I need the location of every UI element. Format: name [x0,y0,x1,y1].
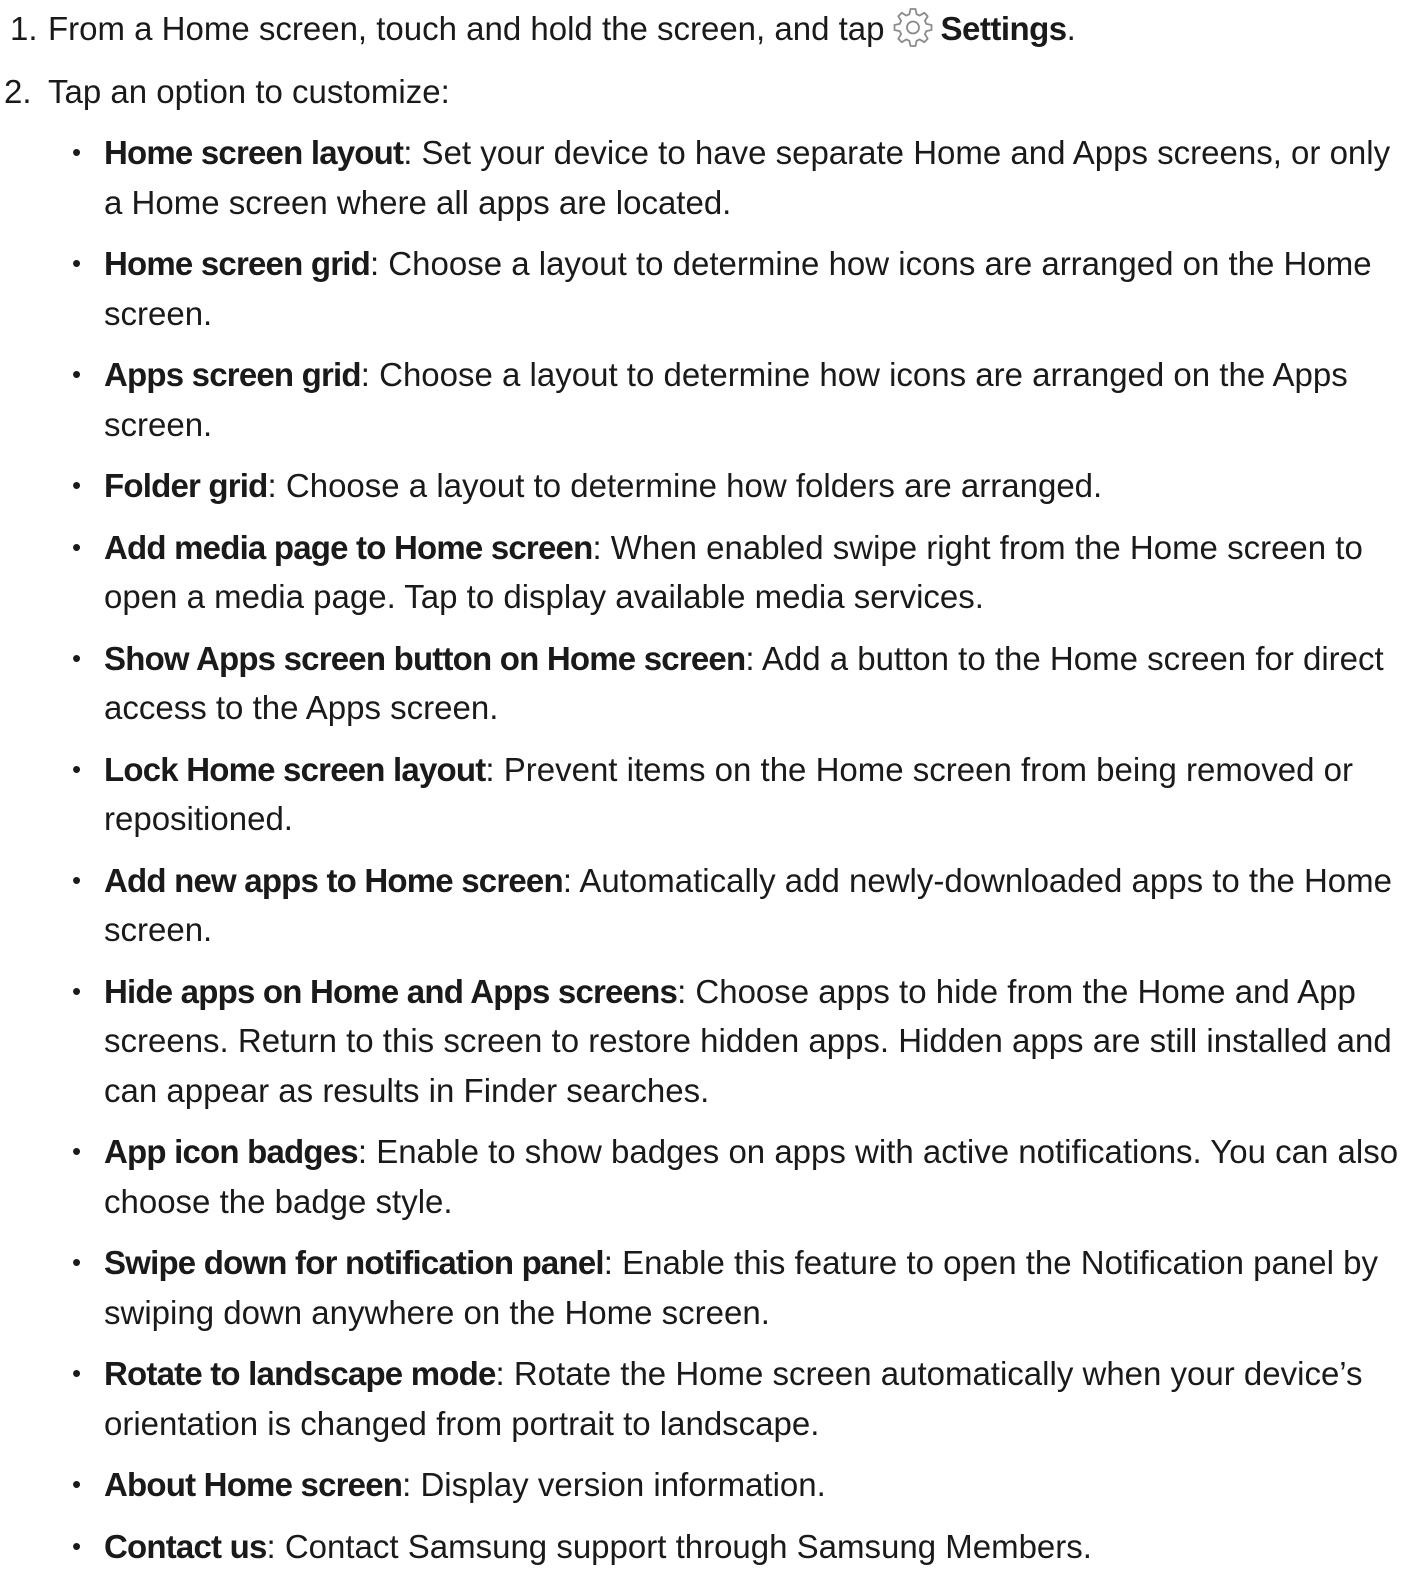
bullet-icon: • [72,864,82,895]
list-item: • App icon badges: Enable to show badges … [0,1127,1423,1226]
option-term: Hide apps on Home and Apps screens [104,972,678,1010]
option-term: Rotate to landscape mode [104,1355,496,1392]
list-item: • Show Apps screen button on Home screen:… [0,634,1423,733]
bullet-icon: • [72,1247,82,1277]
bullet-icon: • [72,1469,82,1499]
list-item: • Home screen layout: Set your device to … [0,128,1423,227]
step-number: 1. [10,10,38,47]
option-term: Show Apps screen button on Home screen [104,639,746,677]
bullet-icon: • [72,1530,82,1561]
bullet-icon: • [72,975,82,1006]
step-text: Tap an option to customize: [48,73,450,110]
bullet-icon: • [72,248,82,278]
option-term: Swipe down for notification panel [104,1244,605,1281]
list-item: • Lock Home screen layout: Prevent items … [0,745,1423,844]
options-list: • Home screen layout: Set your device to … [0,128,1423,1571]
list-item: • Swipe down for notification panel: Enab… [0,1238,1423,1337]
list-item: • Rotate to landscape mode: Rotate the Ho… [0,1349,1423,1448]
option-description: : Display version information. [402,1466,826,1503]
bullet-icon: • [72,137,82,167]
option-term: Lock Home screen layout [104,750,486,788]
bullet-icon: • [72,359,82,389]
option-term: Contact us [104,1527,267,1565]
bullet-icon: • [72,753,82,784]
bullet-icon: • [72,531,82,562]
bullet-icon: • [72,1358,82,1388]
bullet-icon: • [72,642,82,673]
step-number: 2. [4,73,32,110]
option-term: About Home screen [104,1466,403,1503]
option-term: App icon badges [104,1133,359,1170]
step-text-end: . [1066,10,1076,47]
settings-label: Settings [940,10,1067,47]
instructions-document: 1. From a Home screen, touch and hold th… [0,0,1423,1583]
option-description: : Choose a layout to determine how folde… [267,467,1103,504]
list-item: • Add media page to Home screen: When ena… [0,523,1423,622]
list-item: • Apps screen grid: Choose a layout to de… [0,350,1423,449]
list-item: • Contact us: Contact Samsung support thr… [0,1522,1423,1572]
option-description: : Contact Samsung support through Samsun… [266,1527,1092,1565]
option-term: Apps screen grid [104,356,362,393]
list-item: • Folder grid: Choose a layout to determi… [0,461,1423,511]
list-item: • Home screen grid: Choose a layout to de… [0,239,1423,338]
list-item: • About Home screen: Display version info… [0,1460,1423,1510]
option-term: Folder grid [104,467,268,504]
step-2: 2. Tap an option to customize: [0,67,1423,116]
option-term: Add media page to Home screen [104,528,593,566]
list-item: • Hide apps on Home and Apps screens: Cho… [0,967,1423,1116]
option-term: Add new apps to Home screen [104,861,564,899]
gear-icon [890,4,936,50]
bullet-icon: • [72,1136,82,1166]
bullet-icon: • [72,470,82,500]
step-1: 1. From a Home screen, touch and hold th… [0,4,1423,53]
step-text: From a Home screen, touch and hold the s… [48,10,885,47]
option-term: Home screen grid [104,245,371,282]
option-term: Home screen layout [104,134,404,171]
list-item: • Add new apps to Home screen: Automatica… [0,856,1423,955]
